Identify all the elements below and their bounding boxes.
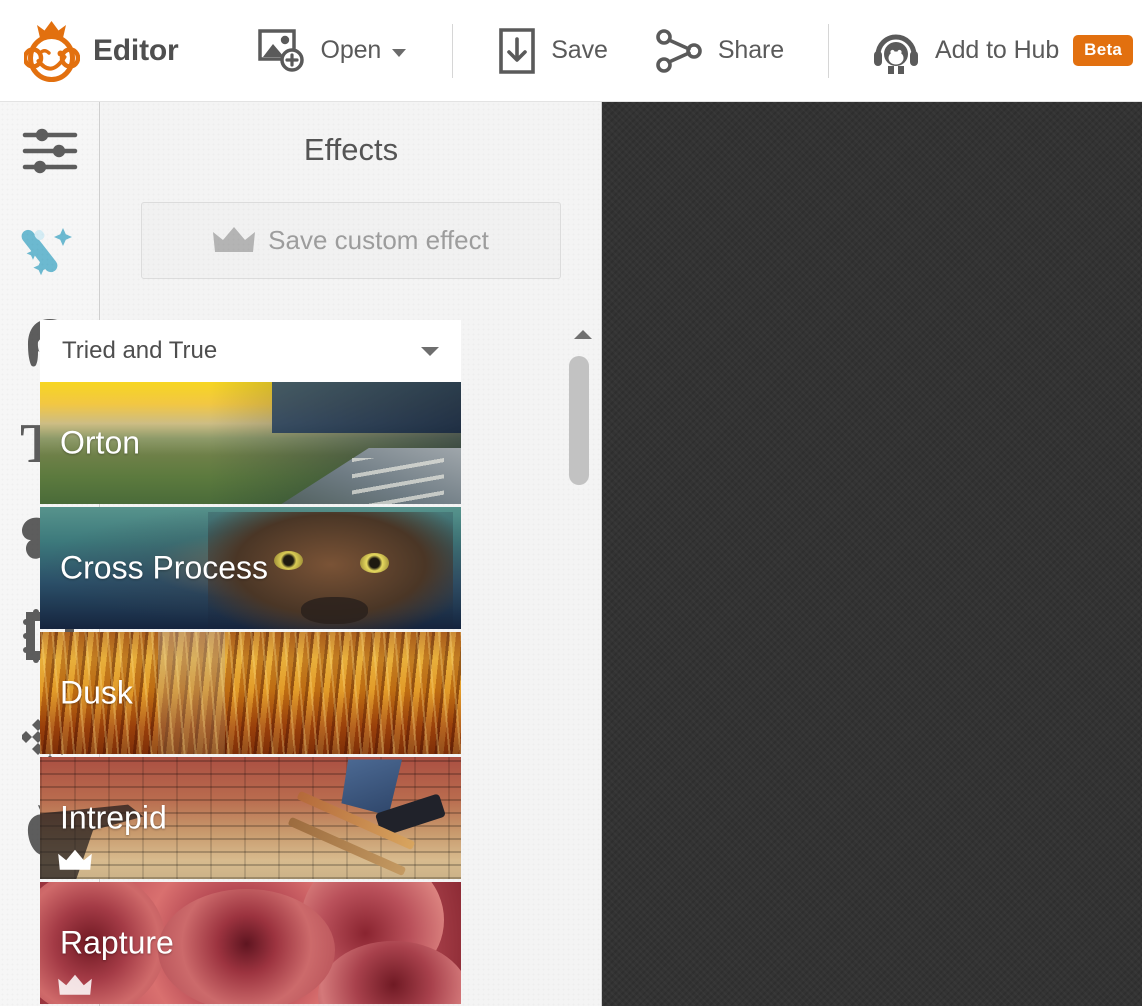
effect-name: Cross Process bbox=[60, 549, 269, 586]
effect-item-intrepid[interactable]: Intrepid bbox=[40, 757, 461, 879]
effect-name: Rapture bbox=[60, 924, 174, 961]
chevron-down-icon bbox=[392, 48, 407, 57]
effects-list: Tried and True Orton Cross Process Dusk bbox=[40, 320, 461, 1006]
effect-item-rapture[interactable]: Rapture bbox=[40, 882, 461, 1004]
open-label: Open bbox=[320, 36, 382, 64]
image-canvas[interactable] bbox=[602, 102, 1142, 1006]
crown-icon bbox=[213, 226, 256, 252]
chevron-down-icon bbox=[421, 346, 439, 356]
sidebar-item-effects[interactable] bbox=[0, 199, 100, 296]
effect-name: Orton bbox=[60, 424, 141, 461]
save-custom-effect-button[interactable]: Save custom effect bbox=[141, 202, 561, 279]
effect-item-cross-process[interactable]: Cross Process bbox=[40, 507, 461, 629]
scroll-thumb[interactable] bbox=[569, 356, 589, 485]
effect-name: Intrepid bbox=[60, 799, 167, 836]
header-divider-1 bbox=[452, 23, 454, 78]
effect-category-value: Tried and True bbox=[62, 337, 218, 364]
brand-logo-group[interactable]: Editor bbox=[24, 20, 179, 82]
premium-crown-icon bbox=[58, 974, 92, 995]
picmonkey-monkey-crown-logo bbox=[24, 20, 80, 82]
effect-item-orton[interactable]: Orton bbox=[40, 382, 461, 504]
save-label: Save bbox=[551, 36, 608, 64]
header-divider-2 bbox=[828, 23, 830, 78]
share-label: Share bbox=[717, 36, 785, 64]
sidebar-item-basic-edits[interactable] bbox=[0, 102, 100, 199]
caret-up-icon[interactable] bbox=[574, 330, 592, 339]
save-button[interactable]: Save bbox=[497, 0, 608, 101]
beta-badge: Beta bbox=[1073, 35, 1134, 66]
effect-item-dusk[interactable]: Dusk bbox=[40, 632, 461, 754]
magic-wand-icon bbox=[21, 227, 72, 275]
effect-category-dropdown[interactable]: Tried and True bbox=[40, 320, 461, 382]
save-custom-effect-label: Save custom effect bbox=[268, 225, 489, 255]
share-button[interactable]: Share bbox=[656, 0, 784, 101]
effects-scrollbar[interactable] bbox=[566, 320, 599, 1006]
page-title: Effects bbox=[303, 132, 399, 167]
share-nodes-icon bbox=[656, 28, 704, 74]
add-to-hub-label: Add to Hub bbox=[935, 36, 1060, 64]
add-to-hub-button[interactable]: Add to Hub Beta bbox=[871, 0, 1134, 101]
add-image-icon bbox=[258, 28, 306, 73]
sliders-icon bbox=[22, 128, 77, 173]
brand-name: Editor bbox=[93, 33, 179, 67]
monkey-headphones-icon bbox=[871, 27, 921, 75]
save-download-icon bbox=[497, 27, 537, 74]
open-button[interactable]: Open bbox=[258, 0, 407, 101]
effect-name: Dusk bbox=[60, 674, 133, 711]
premium-crown-icon bbox=[58, 849, 92, 870]
app-header: Editor Open Save Share Add to Hub Beta bbox=[0, 0, 1142, 102]
